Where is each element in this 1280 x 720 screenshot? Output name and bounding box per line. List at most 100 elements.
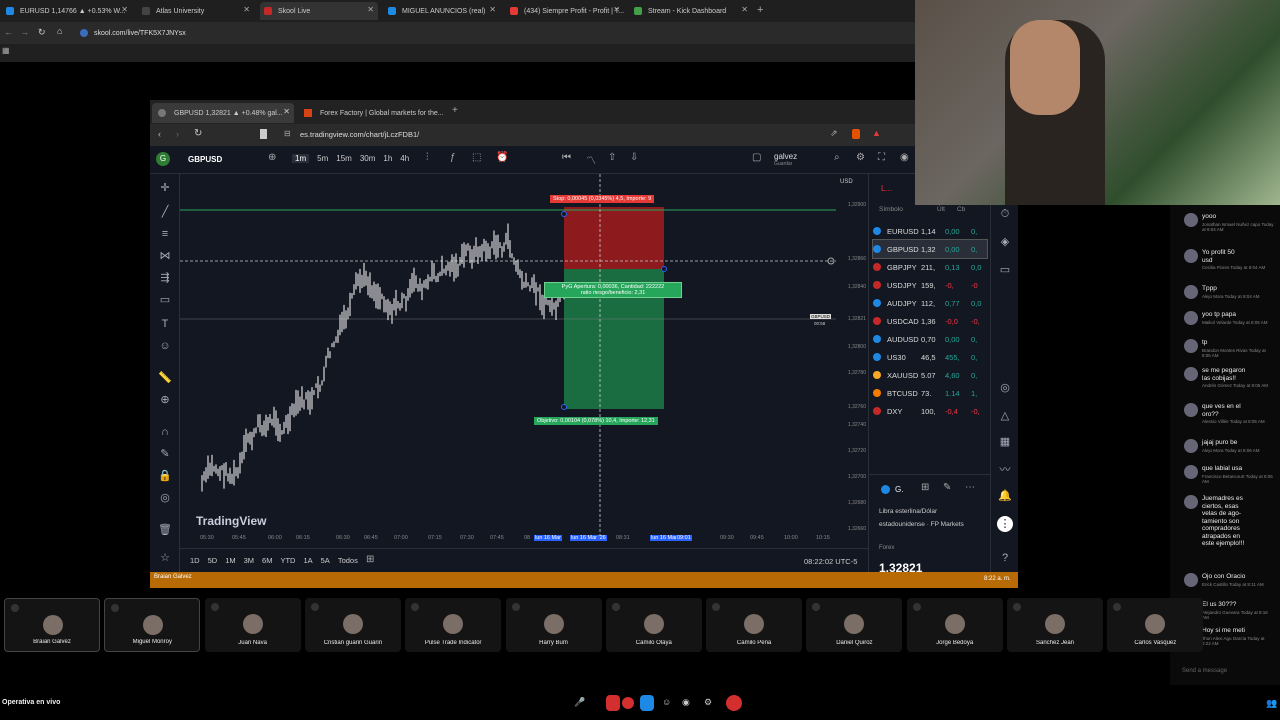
arrow-up-icon[interactable]: ⇧ [608,152,616,163]
interval-button[interactable]: 5m [317,154,328,163]
outer-url-field[interactable]: skool.com/live/TFK5X7JNYsx [76,25,906,41]
range-button[interactable]: 1D [190,556,200,565]
participant-tile[interactable]: Camilo Olaya [605,598,702,652]
target-handle[interactable] [561,404,567,410]
chart-canvas[interactable] [180,174,868,548]
watchlist-row[interactable]: AUDJPY 112, 0,77 0,0 [873,294,987,312]
fib-icon[interactable]: ≡ [157,226,173,242]
outer-tab[interactable]: Stream - Kick Dashboard ✕ [630,2,752,20]
participant-tile[interactable]: Cristian guarin Guarin [304,598,401,652]
close-icon[interactable]: ✕ [489,5,496,14]
record-icon[interactable] [622,697,634,709]
star-icon[interactable]: ☆ [157,550,173,566]
clock[interactable]: 08:22:02 UTC-5 [804,557,857,566]
ideas-icon[interactable]: △ [997,408,1013,424]
inner-url-text[interactable]: es.tradingview.com/chart/jLczFDB1/ [300,130,419,139]
brave-shield-icon[interactable] [852,129,860,139]
interval-button[interactable]: 15m [336,154,352,163]
detail-symbol[interactable]: G. [895,485,903,494]
fullscreen-icon[interactable]: ⛶ [878,152,885,163]
range-button[interactable]: 5D [208,556,218,565]
site-settings-icon[interactable]: ⊟ [284,129,291,138]
arrow-down-icon[interactable]: ⇩ [630,152,638,163]
edit-icon[interactable]: ✎ [943,482,951,493]
camera-off-icon[interactable] [606,695,620,711]
calendar-icon[interactable]: ▦ [997,434,1013,450]
avatar[interactable] [1184,339,1198,353]
range-button[interactable]: 1A [303,556,312,565]
currency-label[interactable]: USD [840,179,853,185]
entry-handle[interactable] [661,266,667,272]
user-name[interactable]: galvez [774,152,797,161]
outer-tab[interactable]: EURUSD 1,14766 ▲ +0.53% W... ✕ [2,2,132,20]
participant-tile[interactable]: Juan Nava [204,598,301,652]
avatar[interactable] [1184,439,1198,453]
range-button[interactable]: Todos [338,556,358,565]
forward-icon[interactable]: › [176,129,179,139]
avatar[interactable] [1184,465,1198,479]
chat-input[interactable]: Send a message [1182,668,1227,674]
participant-tile[interactable]: Camilo Peña [706,598,803,652]
people-icon[interactable]: 👥 [1266,698,1277,709]
avatar[interactable] [1184,285,1198,299]
notification-icon[interactable]: 🔔 [997,488,1013,504]
inner-tab-forexfactory[interactable]: Forex Factory | Global markets for the..… [298,103,448,123]
indicators-icon[interactable]: ƒ [450,152,456,163]
watchlist-row[interactable]: USDCAD 1,36 -0,0 -0, [873,312,987,330]
range-button[interactable]: 3M [244,556,254,565]
shapes-icon[interactable]: ▭ [157,292,173,308]
tv-profile-icon[interactable]: G [156,152,170,166]
avatar[interactable] [1184,311,1198,325]
interval-button[interactable]: 1m [292,154,310,163]
stop-zone[interactable] [564,207,664,269]
settings-icon[interactable]: ⚙ [704,697,712,708]
watchlist-row[interactable]: BTCUSD 73. 1.14 1, [873,384,987,402]
text-icon[interactable]: T [157,316,173,332]
participant-tile[interactable]: Jorge Bedoya [906,598,1003,652]
participant-tile[interactable]: Sanchez Jean [1007,598,1103,652]
outer-tab[interactable]: (434) Siempre Profit - Profit | T... ✕ [506,2,624,20]
layout-select-icon[interactable]: ▢ [752,152,761,163]
symbol-search[interactable]: GBPUSD [188,155,222,164]
camera-icon[interactable]: ◉ [900,152,909,163]
price-chart[interactable]: 1,32900 1,32866 1,32840 1,32821 1,32800 1,327… [180,174,868,548]
range-button[interactable]: 1M [225,556,235,565]
ruler-icon[interactable]: 📏 [157,370,173,386]
layers-icon[interactable]: ◈ [997,234,1013,250]
avatar[interactable] [1184,213,1198,227]
back-icon[interactable]: ‹ [158,129,161,139]
magnet-icon[interactable]: ∩ [157,424,173,440]
avatar[interactable] [1184,249,1198,263]
chat-icon[interactable]: ▭ [997,262,1013,278]
watchlist-icon[interactable]: ⏱ [997,206,1013,222]
outer-tab[interactable]: MIGUEL ANUNCIOS (real) ✕ [384,2,500,20]
apps-grid-icon[interactable]: ▦ [2,46,10,55]
close-icon[interactable]: ✕ [243,5,250,14]
compare-symbol-icon[interactable]: ⊕ [268,152,276,163]
stay-drawing-icon[interactable]: ✎ [157,446,173,462]
close-icon[interactable]: ✕ [121,5,128,14]
close-icon[interactable]: ✕ [741,5,748,14]
crosshair-icon[interactable]: ✛ [157,180,173,196]
bar-type-icon[interactable]: ⫶ [426,152,429,163]
grid-view-icon[interactable]: ⊞ [921,482,929,493]
participant-tile[interactable]: Daniel Quiroz [806,598,903,652]
search-icon[interactable]: ⌕ [834,152,840,163]
participant-tile[interactable]: Harry Bum [505,598,602,652]
watchlist-row[interactable]: US30 46,5 455, 0, [873,348,987,366]
trend-icon[interactable]: 〽 [586,152,596,167]
hide-icon[interactable]: ◎ [157,490,173,506]
more-icon[interactable]: ⋯ [965,482,975,493]
lock-icon[interactable]: 🔒 [157,468,173,484]
target-icon[interactable]: ◎ [997,380,1013,396]
watchlist-row[interactable]: GBPUSD 1,32 0,00 0, [872,239,988,259]
avatar[interactable] [1184,403,1198,417]
inner-tab-tradingview[interactable]: GBPUSD 1,32821 ▲ +0.48% gal... ✕ [152,103,294,123]
forward-icon[interactable]: → [20,27,29,37]
interval-button[interactable]: 30m [360,154,376,163]
share-icon[interactable]: ⇗ [830,128,838,139]
help-icon[interactable]: ? [997,550,1013,566]
leave-call-icon[interactable] [726,695,742,711]
avatar[interactable] [1184,495,1198,509]
layout-icon[interactable]: ⬚ [472,152,481,163]
